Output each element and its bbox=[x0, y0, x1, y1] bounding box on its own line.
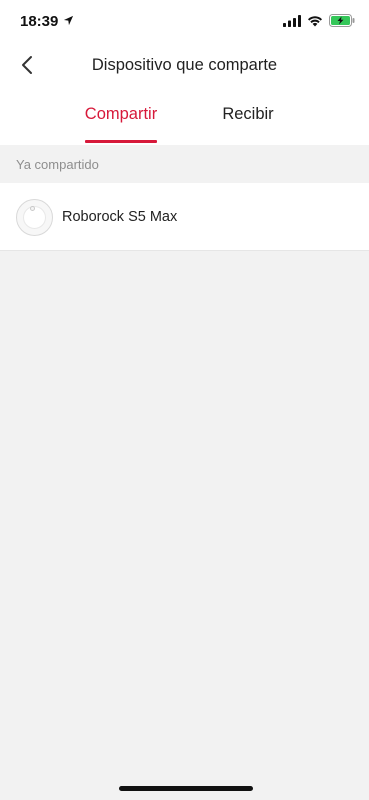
device-name: Roborock S5 Max bbox=[62, 209, 178, 225]
navigation-header: Dispositivo que comparte bbox=[0, 44, 369, 88]
section-header: Ya compartido bbox=[0, 145, 369, 183]
tab-compartir[interactable]: Compartir bbox=[82, 105, 160, 145]
robot-vacuum-sensor bbox=[30, 206, 35, 211]
section-label: Ya compartido bbox=[16, 157, 99, 172]
status-time-group: 18:39 bbox=[20, 13, 74, 30]
device-list-item[interactable]: Roborock S5 Max bbox=[0, 183, 369, 251]
active-tab-indicator bbox=[85, 140, 157, 143]
status-icons bbox=[283, 14, 355, 32]
shared-devices-screen: 18:39 Dispositivo que comparte Compartir… bbox=[0, 0, 369, 800]
tab-bar: Compartir Recibir bbox=[0, 88, 369, 145]
cellular-signal-icon bbox=[283, 14, 301, 32]
location-arrow-icon bbox=[63, 13, 74, 30]
wifi-icon bbox=[307, 14, 323, 32]
status-bar: 18:39 bbox=[0, 0, 369, 44]
tab-recibir[interactable]: Recibir bbox=[218, 105, 278, 145]
battery-charging-icon bbox=[329, 14, 355, 32]
home-indicator[interactable] bbox=[119, 786, 253, 791]
page-title: Dispositivo que comparte bbox=[91, 56, 278, 74]
status-time: 18:39 bbox=[20, 13, 59, 30]
robot-vacuum-icon bbox=[16, 199, 53, 236]
